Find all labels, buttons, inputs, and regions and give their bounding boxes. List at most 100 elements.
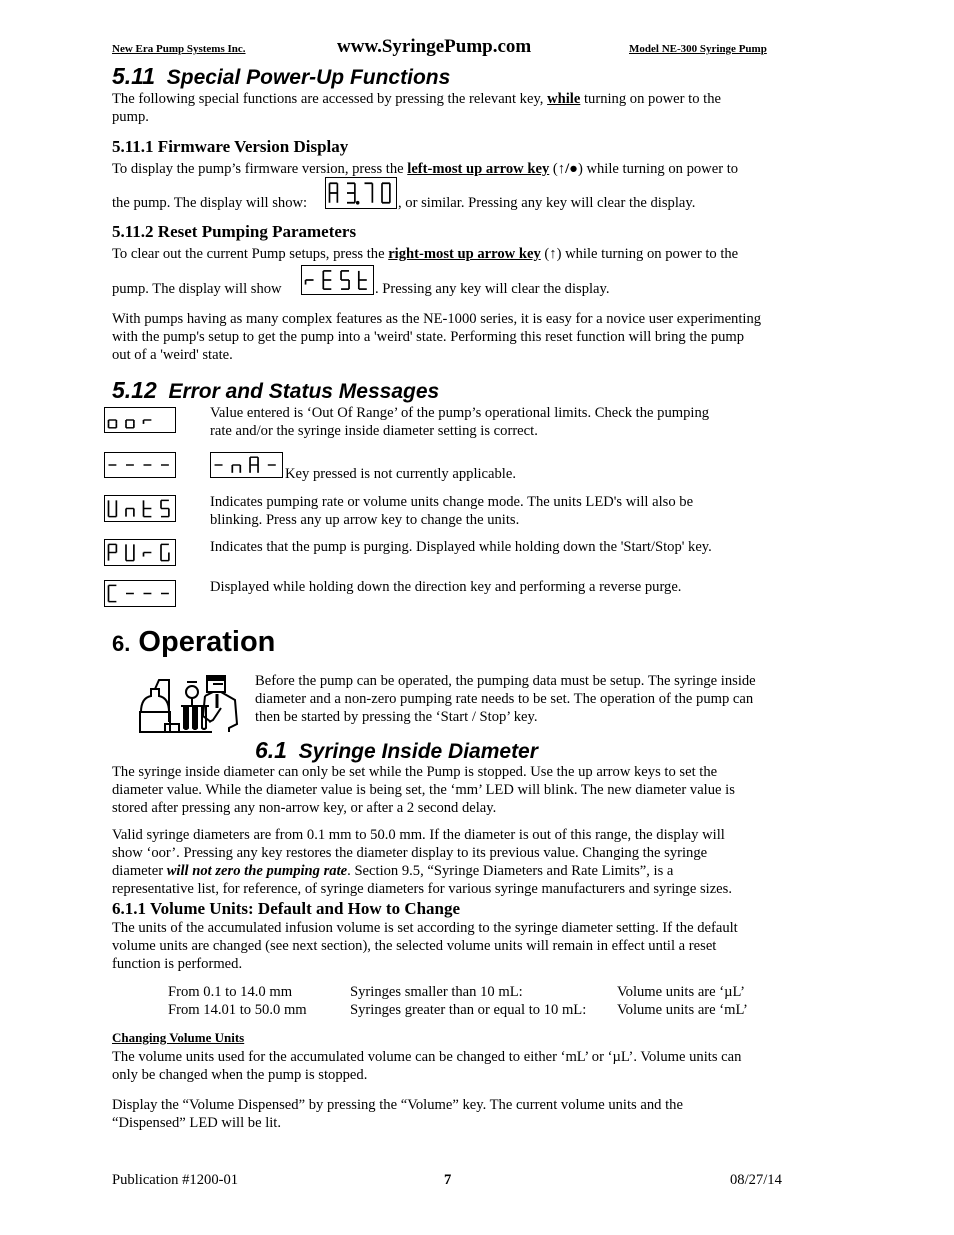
section-title: Special Power-Up Functions [166, 66, 451, 89]
firmware-display-line: the pump. The display will show: [112, 194, 307, 212]
lcd-display-units [104, 495, 176, 522]
message-reverse-purge-description: Displayed while holding down the directi… [210, 579, 682, 595]
seven-segment-glyphs [107, 499, 170, 518]
text-line: stored after pressing any non-arrow key,… [112, 800, 497, 816]
text-line: only be changed when the pump is stopped… [112, 1067, 368, 1083]
text-line: Before the pump can be operated, the pum… [255, 673, 756, 689]
text: ( [549, 161, 558, 177]
section-number: 5.11 [112, 63, 156, 89]
lcd-display-reset [301, 265, 374, 295]
emphasis-while: while [547, 91, 581, 107]
firmware-instruction: To display the pump’s firmware version, … [112, 160, 738, 178]
section-6-1-heading: 6.1 Syringe Inside Diameter [255, 737, 538, 764]
text-line: representative list, for reference, of s… [112, 881, 732, 897]
message-purge-description: Indicates that the pump is purging. Disp… [210, 539, 712, 555]
header-company: New Era Pump Systems Inc. [112, 43, 246, 55]
volume-dispensed-paragraph: Display the “Volume Dispensed” by pressi… [112, 1096, 683, 1132]
subsection-5-11-2-heading: 5.11.2 Reset Pumping Parameters [112, 222, 357, 241]
footer-publication: Publication #1200-01 [112, 1172, 239, 1188]
text-line: out of a 'weird' state. [112, 347, 233, 363]
seven-segment-glyphs [107, 419, 152, 429]
text-line: The syringe inside diameter can only be … [112, 764, 718, 780]
reset-explanation: With pumps having as many complex featur… [112, 310, 761, 364]
footer-page-number: 7 [444, 1172, 452, 1188]
text: ) while turning on power to [577, 161, 739, 177]
header-model: Model NE-300 Syringe Pump [629, 43, 767, 55]
text-line: Display the “Volume Dispensed” by pressi… [112, 1097, 683, 1113]
diameter-paragraph-1: The syringe inside diameter can only be … [112, 763, 735, 817]
table-cell-range: From 0.1 to 14.0 mm [168, 984, 293, 1000]
scientist-illustration [137, 672, 240, 736]
text: To display the pump’s firmware version, … [112, 161, 408, 177]
table-cell-units: Volume units are ‘µL’ [617, 984, 745, 1000]
chapter-title: Operation [138, 626, 276, 658]
section-number: 5.12 [112, 377, 157, 403]
scientist-lab-icon [139, 675, 239, 733]
text: the pump. The display will show: [112, 195, 308, 211]
text-line: volume units are changed (see next secti… [112, 938, 717, 954]
up-arrow-dot-icon: ↑/● [557, 161, 578, 177]
message-units-description: Indicates pumping rate or volume units c… [210, 493, 693, 529]
text-line: rate and/or the syringe inside diameter … [210, 423, 538, 439]
chapter-6-heading: 6. Operation [112, 626, 275, 659]
text: diameter [112, 863, 167, 879]
volume-units-paragraph: The units of the accumulated infusion vo… [112, 919, 738, 973]
text: ) while turning on power to the [556, 246, 739, 262]
lcd-display-firmware [325, 177, 397, 209]
key-name-left-up-arrow: left-most up arrow key [407, 161, 550, 177]
seven-segment-glyphs [107, 584, 169, 603]
lcd-display-dashes [104, 452, 176, 478]
section-5-12-heading: 5.12 Error and Status Messages [112, 377, 439, 404]
changing-units-paragraph: The volume units used for the accumulate… [112, 1048, 741, 1084]
firmware-display-line-end: , or similar. Pressing any key will clea… [398, 195, 696, 211]
lcd-display-purge [104, 539, 176, 566]
seven-segment-glyphs [107, 543, 170, 562]
changing-volume-units-heading: Changing Volume Units [112, 1030, 245, 1045]
subsection-6-1-1-heading: 6.1.1 Volume Units: Default and How to C… [112, 899, 461, 918]
text-line: Value entered is ‘Out Of Range’ of the p… [210, 405, 710, 421]
section-title: Error and Status Messages [168, 380, 440, 403]
table-cell-range: From 14.01 to 50.0 mm [168, 1002, 307, 1018]
seven-segment-glyphs [214, 456, 276, 473]
diameter-paragraph-2: Valid syringe diameters are from 0.1 mm … [112, 826, 732, 898]
section-5-11-intro: The following special functions are acce… [112, 90, 721, 108]
text-line: blinking. Press any up arrow key to chan… [210, 512, 520, 528]
lcd-display-na [210, 452, 283, 478]
text-line: “Dispensed” LED will be lit. [112, 1115, 282, 1131]
text: turning on power to the [580, 91, 721, 107]
lcd-display-oor [104, 407, 176, 433]
table-cell-syringe: Syringes greater than or equal to 10 mL: [350, 1002, 587, 1018]
text-line: with the pump's setup to get the pump in… [112, 329, 745, 345]
text-line: Valid syringe diameters are from 0.1 mm … [112, 827, 725, 843]
text: . Section 9.5, “Syringe Diameters and Ra… [347, 863, 674, 879]
lcd-display-reverse-purge [104, 580, 176, 607]
section-number: 6.1 [255, 737, 287, 763]
seven-segment-glyphs [304, 270, 367, 290]
reset-instruction: To clear out the current Pump setups, pr… [112, 245, 738, 263]
table-cell-units: Volume units are ‘mL’ [617, 1002, 748, 1018]
message-na-description: Key pressed is not currently applicable. [285, 466, 516, 482]
chapter-number: 6. [112, 631, 131, 656]
text-line: With pumps having as many complex featur… [112, 311, 762, 327]
section-5-11-intro-cont: pump. [112, 109, 149, 125]
text-line: function is performed. [112, 956, 243, 972]
text-line: diameter will not zero the pumping rate.… [112, 862, 732, 880]
header-url[interactable]: www.SyringePump.com [337, 36, 531, 58]
reset-display-line-end: . Pressing any key will clear the displa… [375, 281, 610, 297]
section-title: Syringe Inside Diameter [298, 740, 538, 763]
operation-intro: Before the pump can be operated, the pum… [255, 672, 756, 726]
section-5-11-heading: 5.11 Special Power-Up Functions [112, 63, 450, 90]
subsection-5-11-1-heading: 5.11.1 Firmware Version Display [112, 137, 349, 156]
text-line: Indicates pumping rate or volume units c… [210, 494, 694, 510]
footer-date: 08/27/14 [730, 1172, 782, 1188]
emphasis: will not zero the pumping rate [166, 863, 348, 879]
message-oor-description: Value entered is ‘Out Of Range’ of the p… [210, 404, 709, 440]
text-line: The units of the accumulated infusion vo… [112, 920, 738, 936]
text: To clear out the current Pump setups, pr… [112, 246, 389, 262]
seven-segment-glyphs [108, 464, 169, 466]
text-line: diameter value. While the diameter value… [112, 782, 735, 798]
text-line: show ‘oor’. Pressing any key restores th… [112, 845, 708, 861]
seven-segment-glyphs [328, 182, 391, 205]
key-name-right-up-arrow: right-most up arrow key [388, 246, 541, 262]
up-arrow-icon: ↑ [549, 246, 557, 262]
